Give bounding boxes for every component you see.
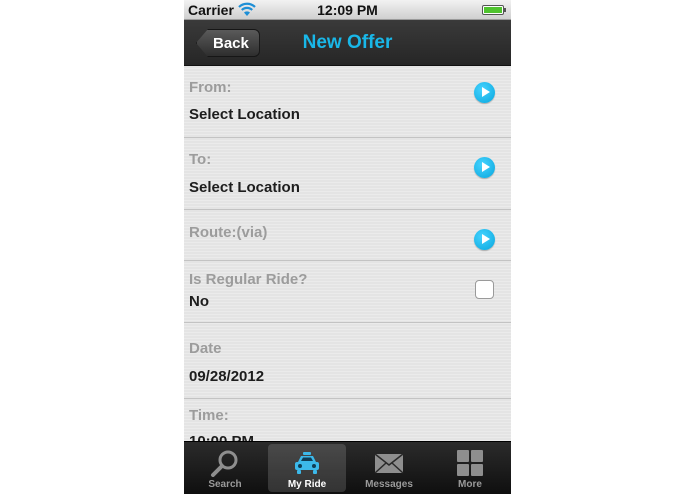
to-disclosure-icon[interactable] bbox=[474, 157, 495, 178]
navigation-bar: Back New Offer bbox=[184, 20, 511, 66]
offer-form[interactable]: From: Select Location To: Select Locatio… bbox=[184, 66, 511, 441]
from-value: Select Location bbox=[189, 106, 300, 123]
time-row[interactable]: Time: 10:00 PM bbox=[184, 399, 511, 441]
tab-more[interactable]: More bbox=[431, 444, 509, 492]
tab-my-ride[interactable]: My Ride bbox=[268, 444, 346, 492]
route-row[interactable]: Route:(via) bbox=[184, 210, 511, 261]
from-row[interactable]: From: Select Location bbox=[184, 66, 511, 138]
regular-ride-checkbox[interactable] bbox=[475, 280, 494, 299]
date-label: Date bbox=[189, 340, 222, 357]
tab-messages-label: Messages bbox=[365, 479, 413, 490]
to-value: Select Location bbox=[189, 179, 300, 196]
clock: 12:09 PM bbox=[317, 2, 378, 18]
grid-icon bbox=[457, 450, 483, 476]
route-label: Route:(via) bbox=[189, 224, 268, 241]
regular-ride-value: No bbox=[189, 293, 209, 310]
tab-more-label: More bbox=[458, 479, 482, 490]
phone-screen: Carrier 12:09 PM Back New Offer From: Se… bbox=[184, 0, 511, 494]
status-bar: Carrier 12:09 PM bbox=[184, 0, 511, 20]
battery-icon bbox=[482, 5, 506, 15]
tab-my-ride-label: My Ride bbox=[287, 479, 327, 490]
car-icon bbox=[295, 452, 319, 474]
to-label: To: bbox=[189, 151, 212, 168]
tab-search[interactable]: Search bbox=[186, 444, 264, 492]
time-value: 10:00 PM bbox=[189, 433, 254, 441]
tab-messages[interactable]: Messages bbox=[350, 444, 428, 492]
search-icon bbox=[211, 450, 238, 477]
date-row[interactable]: Date 09/28/2012 bbox=[184, 323, 511, 399]
from-disclosure-icon[interactable] bbox=[474, 82, 495, 103]
regular-ride-row[interactable]: Is Regular Ride? No bbox=[184, 261, 511, 323]
tab-bar: Search My Ride Messages More bbox=[184, 441, 511, 494]
time-label: Time: bbox=[189, 407, 229, 424]
page-title: New Offer bbox=[302, 32, 393, 53]
envelope-icon bbox=[374, 453, 404, 474]
route-disclosure-icon[interactable] bbox=[474, 229, 495, 250]
tab-search-label: Search bbox=[208, 479, 242, 490]
to-row[interactable]: To: Select Location bbox=[184, 138, 511, 210]
regular-ride-label: Is Regular Ride? bbox=[189, 271, 308, 288]
from-label: From: bbox=[189, 79, 232, 96]
date-value: 09/28/2012 bbox=[189, 368, 265, 385]
